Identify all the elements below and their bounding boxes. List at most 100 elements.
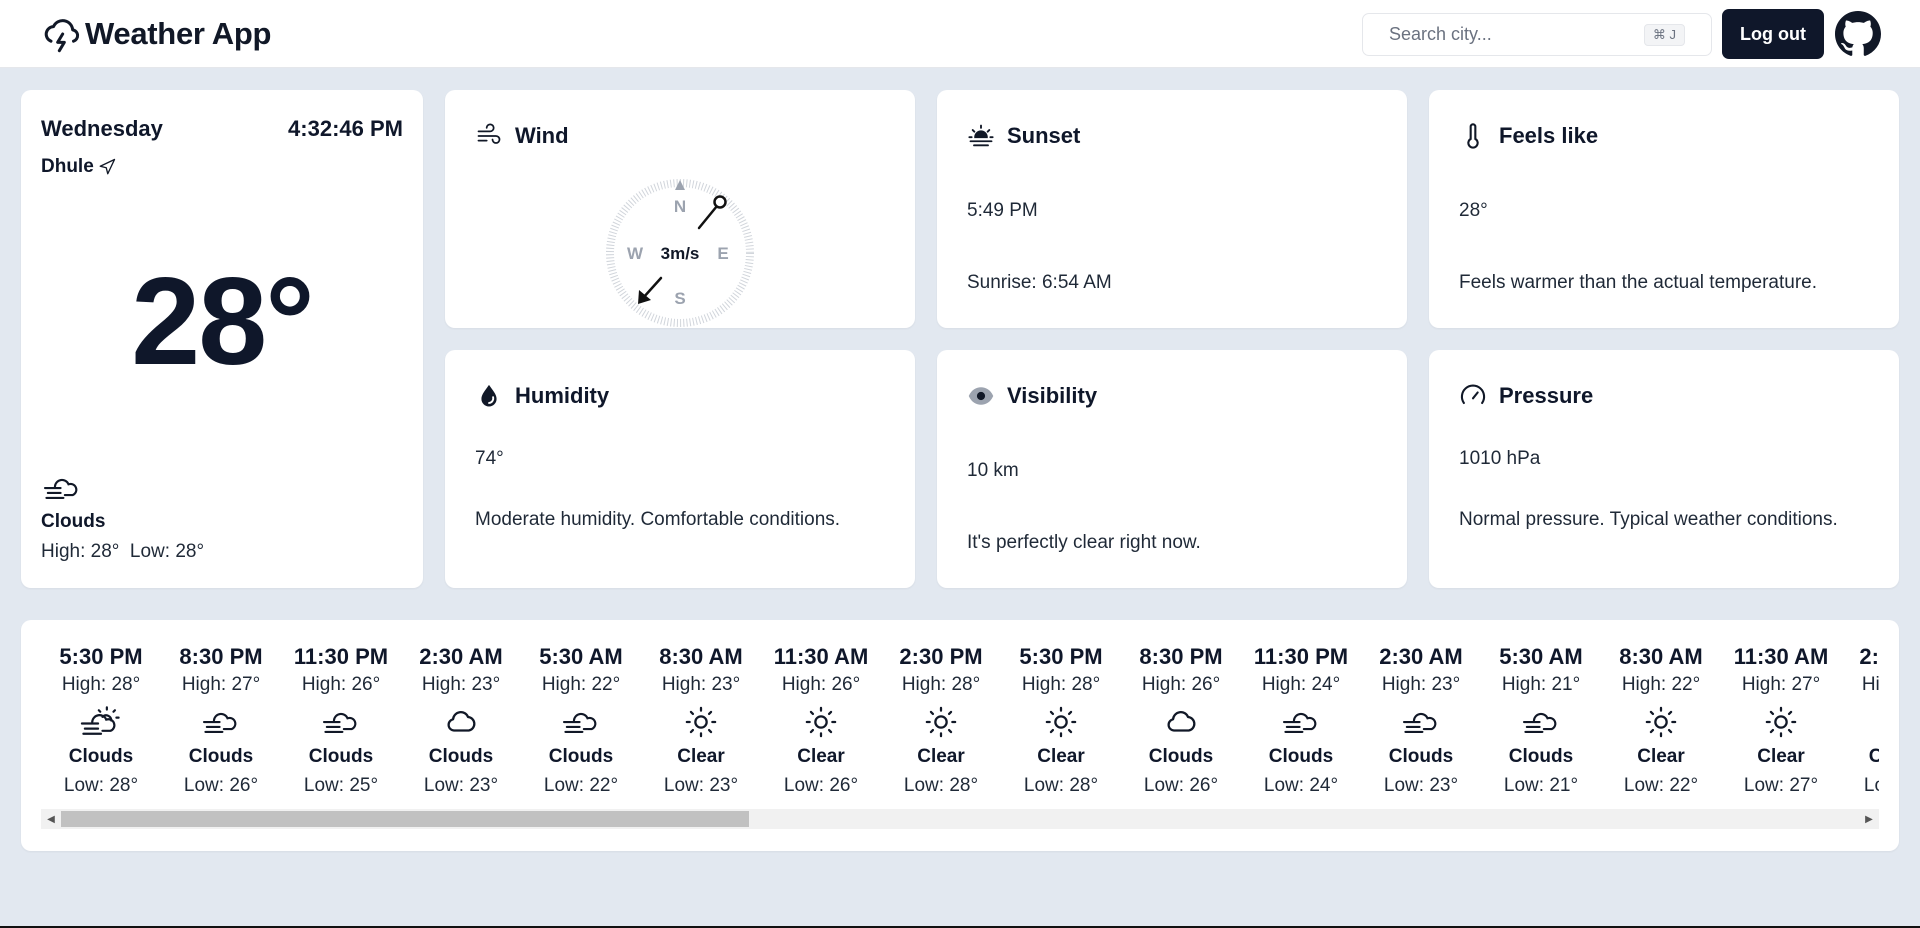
sun-icon xyxy=(1721,702,1841,742)
forecast-high: High: 23° xyxy=(1381,674,1461,695)
current-time: 4:32:46 PM xyxy=(288,116,403,141)
forecast-high: High: 22° xyxy=(1621,674,1701,695)
forecast-time: 5:30 PM xyxy=(1019,644,1103,669)
pressure-label: Pressure xyxy=(1499,383,1594,408)
scrollbar-thumb[interactable] xyxy=(61,811,749,827)
humidity-value: 74° xyxy=(475,448,504,469)
forecast-condition: Clouds xyxy=(308,746,374,767)
visibility-label: Visibility xyxy=(1007,383,1098,408)
cloud-icon xyxy=(1841,702,1879,742)
current-condition: Clouds xyxy=(41,511,106,532)
feels-like-header: Feels like xyxy=(1459,122,1598,150)
github-icon[interactable] xyxy=(1835,11,1881,57)
forecast-condition: Clouds xyxy=(548,746,614,767)
forecast-time: 11:30 PM xyxy=(1253,644,1349,669)
forecast-low: Low: 23° xyxy=(423,775,499,796)
app-header: Weather App Search city... ⌘ J Log out xyxy=(0,0,1920,68)
forecast-condition: Clouds xyxy=(1868,746,1879,767)
forecast-item: 5:30 PM High: 28° Clear Low: 28° xyxy=(1001,642,1121,800)
forecast-item: 11:30 AM High: 26° Clear Low: 26° xyxy=(761,642,881,800)
search-shortcut-badge: ⌘ J xyxy=(1643,23,1685,46)
forecast-condition: Clouds xyxy=(188,746,254,767)
forecast-condition: Clear xyxy=(1637,746,1685,767)
forecast-condition: Clouds xyxy=(1268,746,1334,767)
cloud-icon xyxy=(401,702,521,742)
humidity-card: Humidity 74° Moderate humidity. Comforta… xyxy=(445,350,915,588)
visibility-card: Visibility 10 km It's perfectly clear ri… xyxy=(937,350,1407,588)
forecast-high: High: 26° xyxy=(301,674,381,695)
forecast-low: Low: 28° xyxy=(903,775,979,796)
droplets-icon xyxy=(481,384,497,407)
forecast-item: 2:30 AM High: 23° Clouds Low: 23° xyxy=(1361,642,1481,800)
compass-w: W xyxy=(627,244,644,263)
forecast-time: 11:30 AM xyxy=(773,644,869,669)
forecast-low: Low: 22° xyxy=(1623,775,1699,796)
forecast-item: 8:30 AM High: 22° Clear Low: 22° xyxy=(1601,642,1721,800)
forecast-condition: Clear xyxy=(1757,746,1805,767)
feels-like-desc: Feels warmer than the actual temperature… xyxy=(1459,272,1818,293)
forecast-item: 2:30 PM High: 28° Clear Low: 28° xyxy=(881,642,1001,800)
forecast-low: Low: 21° xyxy=(1503,775,1579,796)
compass-s: S xyxy=(674,289,685,308)
sun-icon xyxy=(761,702,881,742)
forecast-low: Low: 28° xyxy=(1023,775,1099,796)
sunset-value: 5:49 PM xyxy=(967,200,1038,221)
pressure-desc: Normal pressure. Typical weather conditi… xyxy=(1459,509,1838,530)
forecast-item: 2:30 PM High: 28° Clouds Low: 28° xyxy=(1841,642,1879,800)
sun-icon xyxy=(881,702,1001,742)
forecast-list[interactable]: 5:30 PM High: 28° Clouds Low: 28° 8:30 PM Hig… xyxy=(41,642,1879,832)
wind-compass: N E S W 3m/s xyxy=(606,179,754,327)
visibility-header: Visibility xyxy=(967,382,1097,410)
eye-icon xyxy=(968,387,994,405)
cloud-wind-icon xyxy=(1361,702,1481,742)
sun-icon xyxy=(641,702,761,742)
wind-icon xyxy=(477,123,501,144)
app-title: Weather App xyxy=(85,16,272,51)
humidity-desc: Moderate humidity. Comfortable condition… xyxy=(475,509,841,530)
current-city: Dhule xyxy=(41,156,116,178)
app-logo[interactable]: Weather App xyxy=(41,14,271,54)
logout-button[interactable]: Log out xyxy=(1722,9,1824,59)
feels-like-value: 28° xyxy=(1459,200,1488,221)
forecast-low: Low: 28° xyxy=(1863,775,1879,796)
forecast-time: 5:30 AM xyxy=(539,644,623,669)
forecast-card: 5:30 PM High: 28° Clouds Low: 28° 8:30 PM Hig… xyxy=(21,620,1899,851)
current-day: Wednesday xyxy=(41,116,163,141)
current-temperature: 28° xyxy=(131,253,315,391)
forecast-high: High: 28° xyxy=(901,674,981,695)
sunset-header: Sunset xyxy=(967,122,1080,150)
forecast-item: 8:30 AM High: 23° Clear Low: 23° xyxy=(641,642,761,800)
city-name: Dhule xyxy=(41,156,94,177)
forecast-low: Low: 22° xyxy=(543,775,619,796)
forecast-high: High: 22° xyxy=(541,674,621,695)
search-city-input[interactable]: Search city... ⌘ J xyxy=(1362,13,1712,56)
forecast-condition: Clouds xyxy=(1388,746,1454,767)
forecast-item: 11:30 AM High: 27° Clear Low: 27° xyxy=(1721,642,1841,800)
forecast-condition: Clouds xyxy=(1508,746,1574,767)
current-weather-card: Wednesday 4:32:46 PM Dhule 28° Clouds Hi… xyxy=(21,90,423,588)
compass-e: E xyxy=(717,244,728,263)
gauge-icon xyxy=(1460,384,1486,405)
cloud-wind-icon xyxy=(161,702,281,742)
humidity-label: Humidity xyxy=(515,383,610,408)
forecast-high: High: 21° xyxy=(1501,674,1581,695)
forecast-item: 5:30 PM High: 28° Clouds Low: 28° xyxy=(41,642,161,800)
forecast-high: High: 28° xyxy=(1861,674,1879,695)
cloud-wind-icon xyxy=(281,702,401,742)
cloud-icon xyxy=(1121,702,1241,742)
forecast-condition: Clear xyxy=(1037,746,1085,767)
forecast-scrollbar[interactable]: ◀ ▶ xyxy=(41,809,1879,829)
forecast-low: Low: 26° xyxy=(783,775,859,796)
forecast-time: 2:30 PM xyxy=(899,644,983,669)
scroll-right-arrow-icon[interactable]: ▶ xyxy=(1859,809,1879,829)
forecast-low: Low: 26° xyxy=(1143,775,1219,796)
forecast-low: Low: 23° xyxy=(1383,775,1459,796)
forecast-item: 5:30 AM High: 21° Clouds Low: 21° xyxy=(1481,642,1601,800)
scroll-left-arrow-icon[interactable]: ◀ xyxy=(41,809,61,829)
forecast-high: High: 23° xyxy=(661,674,741,695)
forecast-time: 8:30 AM xyxy=(659,644,743,669)
forecast-high: High: 24° xyxy=(1261,674,1341,695)
wind-label: Wind xyxy=(515,123,569,148)
forecast-high: High: 28° xyxy=(61,674,141,695)
visibility-value: 10 km xyxy=(967,460,1019,481)
